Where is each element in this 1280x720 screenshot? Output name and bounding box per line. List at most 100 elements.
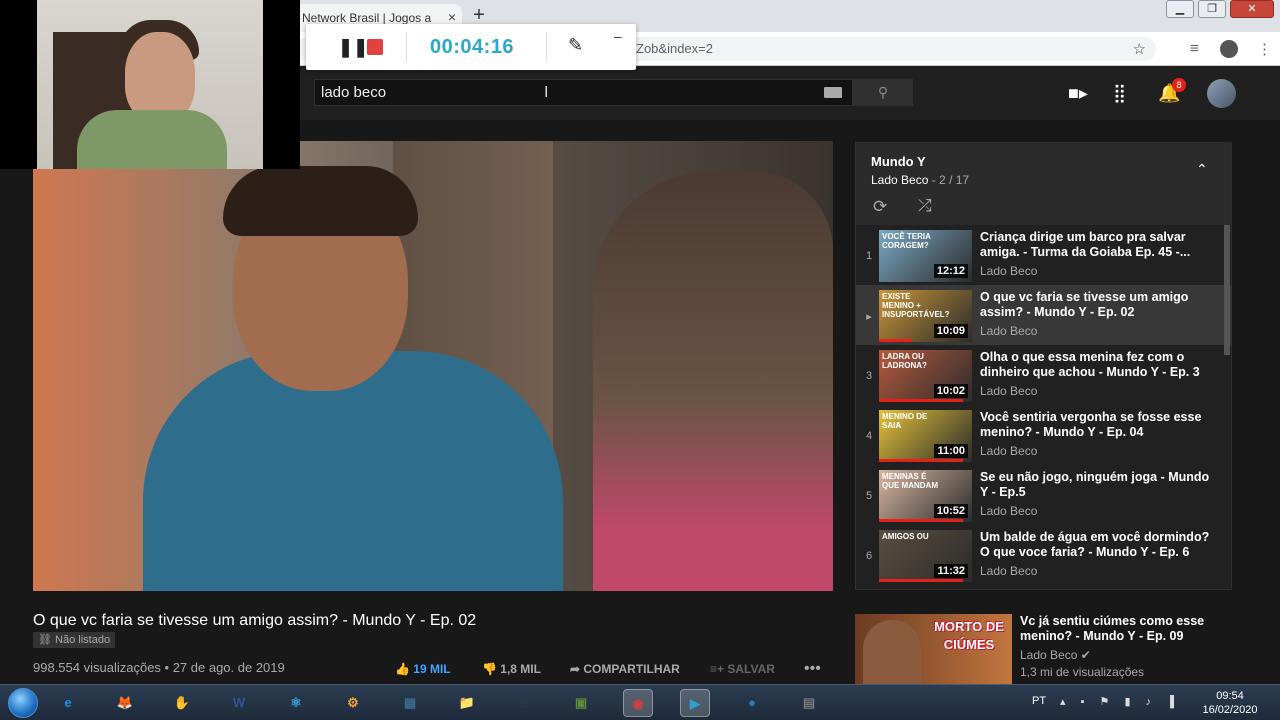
account-avatar[interactable] [1207,79,1236,108]
playlist-item-thumbnail[interactable]: MENINO DE SAIA 11:00 [879,410,972,462]
playlist-item[interactable]: 5 MENINAS É QUE MANDAM 10:52 Se eu não jogo… [856,465,1231,525]
bookmark-star-icon[interactable]: ☆ [1133,40,1146,58]
playlist-item-title: Você sentiria vergonha se fosse esse men… [980,410,1202,439]
start-button-icon[interactable] [8,688,38,718]
profile-avatar-icon[interactable] [1220,40,1238,58]
chrome-menu-icon[interactable]: ⋮ [1257,40,1272,58]
playlist-item[interactable]: 6 AMIGOS OU 11:32 Um balde de água em você … [856,525,1231,585]
playlist-add-icon: ≡+ [710,662,728,676]
playlist-item-thumbnail[interactable]: VOCÊ TERIA CORAGEM? 12:12 [879,230,972,282]
search-icon: ⚲ [877,84,889,100]
taskbar-app-icon[interactable]: ▤ [794,689,824,717]
taskbar-app-icon[interactable]: ⚙ [338,689,368,717]
playlist-scrollbar[interactable] [1224,225,1230,355]
pause-recording-icon[interactable]: ❚❚ [338,37,368,58]
taskbar-app-icon[interactable]: ● [737,689,767,717]
apps-grid-icon[interactable]: ⣿ [1113,83,1126,104]
recorder-divider [546,32,547,62]
dislike-button[interactable]: 👎 1,8 MIL [482,662,541,676]
playlist-items: 1 VOCÊ TERIA CORAGEM? 12:12 Criança dirige … [856,225,1231,585]
recommended-thumb-face [863,620,921,684]
like-count: 19 MIL [413,662,451,676]
webcam-feed [37,0,263,169]
playlist-item-channel: Lado Beco [980,564,1038,578]
close-window-button[interactable]: ✕ [1230,0,1274,18]
playlist-item-title: Um balde de água em você dormindo? O que… [980,530,1210,559]
playlist-thumb-text: EXISTE MENINO + INSUPORTÁVEL? [882,292,950,319]
taskbar-app-icon[interactable]: W [224,689,254,717]
clock-time: 09:54 [1216,690,1244,702]
playlist-item-thumbnail[interactable]: EXISTE MENINO + INSUPORTÁVEL? 10:09 [879,290,972,342]
input-language[interactable]: PT [1032,695,1046,707]
minimize-button[interactable]: ▁ [1166,0,1194,18]
search-button[interactable]: ⚲ [853,79,913,106]
taskbar-app-icon[interactable]: ▶ [680,689,710,717]
unlisted-label: Não listado [55,634,111,646]
stop-recording-icon[interactable] [367,39,383,55]
recommended-thumbnail[interactable]: MORTO DE CIÚMES [855,614,1012,684]
playlist-item-channel: Lado Beco [980,384,1038,398]
window-controls: ▁ ❐ ✕ [1166,0,1274,18]
system-tray-icons[interactable]: ▴ ▪ ⚑ ▮ ♪ ▐ [1060,695,1180,708]
recommended-views: 1,3 mi de visualizações [1020,665,1145,679]
link-icon: ⛓ [38,634,56,646]
search-input[interactable]: lado beco [314,79,853,106]
playlist-item-index: ▸ [866,311,872,323]
share-arrow-icon: ➦ [570,662,584,676]
taskbar-app-icon[interactable]: ⚛ [281,689,311,717]
share-button[interactable]: ➦ COMPARTILHAR [570,662,680,676]
create-video-icon[interactable]: ■▸ [1068,83,1088,104]
like-button[interactable]: 👍 19 MIL [395,662,451,676]
playlist-item[interactable]: 1 VOCÊ TERIA CORAGEM? 12:12 Criança dirige … [856,225,1231,285]
recommended-channel[interactable]: Lado Beco [1020,648,1077,662]
collapse-chevron-icon[interactable]: ⌃ [1196,161,1208,178]
recorder-minimize-icon[interactable]: – [614,28,622,44]
pen-draw-icon[interactable]: ✎ [568,35,583,56]
media-control-icon[interactable]: ≡ [1190,40,1199,57]
playlist-item-index: 3 [865,370,873,382]
playlist-item-channel: Lado Beco [980,324,1038,338]
taskbar-app-icon[interactable]: ▦ [395,689,425,717]
watch-progress-bar [879,459,963,462]
playlist-thumb-text: VOCÊ TERIA CORAGEM? [882,232,931,250]
tab-close-icon[interactable]: × [448,9,456,25]
recording-timer: 00:04:16 [430,36,515,58]
shuffle-icon[interactable]: ⤮ [918,196,932,216]
loop-icon[interactable]: ⟳ [873,197,887,217]
playlist-channel[interactable]: Lado Beco [871,173,928,187]
playlist-item[interactable]: 4 MENINO DE SAIA 11:00 Você sentiria vergon… [856,405,1231,465]
playlist-item-thumbnail[interactable]: LADRA OU LADRONA? 10:02 [879,350,972,402]
screen-recorder-widget: ❚❚ 00:04:16 ✎ – [306,24,636,70]
taskbar-app-icon[interactable]: ♨ [509,689,539,717]
playlist-item[interactable]: ▸ EXISTE MENINO + INSUPORTÁVEL? 10:09 O que… [856,285,1231,345]
taskbar-app-icon[interactable]: 📁 [452,689,482,717]
more-actions-icon[interactable]: ••• [804,660,821,678]
save-button[interactable]: ≡+ SALVAR [710,662,775,676]
recommended-thumb-text: MORTO DE CIÚMES [934,619,1004,652]
taskbar-app-icon[interactable]: ◉ [623,689,653,717]
recommended-title[interactable]: Vc já sentiu ciúmes como esse menino? - … [1020,614,1220,644]
clock-date: 16/02/2020 [1202,704,1258,716]
video-frame-boy-shirt [143,351,563,591]
recommended-channel-line: Lado Beco ✔ [1020,648,1091,662]
maximize-button[interactable]: ❐ [1198,0,1226,18]
taskbar-app-icon[interactable]: e [53,689,83,717]
save-label: SALVAR [727,662,775,676]
video-player[interactable] [33,141,833,591]
taskbar-clock[interactable]: 09:54 16/02/2020 [1200,689,1260,717]
keyboard-icon[interactable] [824,87,842,98]
playlist-item-index: 4 [865,430,873,442]
playlist-item[interactable]: 3 LADRA OU LADRONA? 10:02 Olha o que essa m… [856,345,1231,405]
taskbar-app-icon[interactable]: ✋ [167,689,197,717]
playlist-item-duration: 10:52 [933,504,968,518]
playlist-item-thumbnail[interactable]: MENINAS É QUE MANDAM 10:52 [879,470,972,522]
playlist-item-index: 5 [865,490,873,502]
verified-check-icon: ✔ [1080,648,1091,662]
taskbar-app-icon[interactable]: 🦊 [110,689,140,717]
playlist-item-thumbnail[interactable]: AMIGOS OU 11:32 [879,530,972,582]
playlist-item-channel: Lado Beco [980,444,1038,458]
taskbar-app-icon[interactable]: ▣ [566,689,596,717]
playlist-name[interactable]: Mundo Y [871,154,926,169]
playlist-position: - 2 / 17 [928,173,970,187]
unlisted-badge: ⛓ Não listado [33,632,116,648]
